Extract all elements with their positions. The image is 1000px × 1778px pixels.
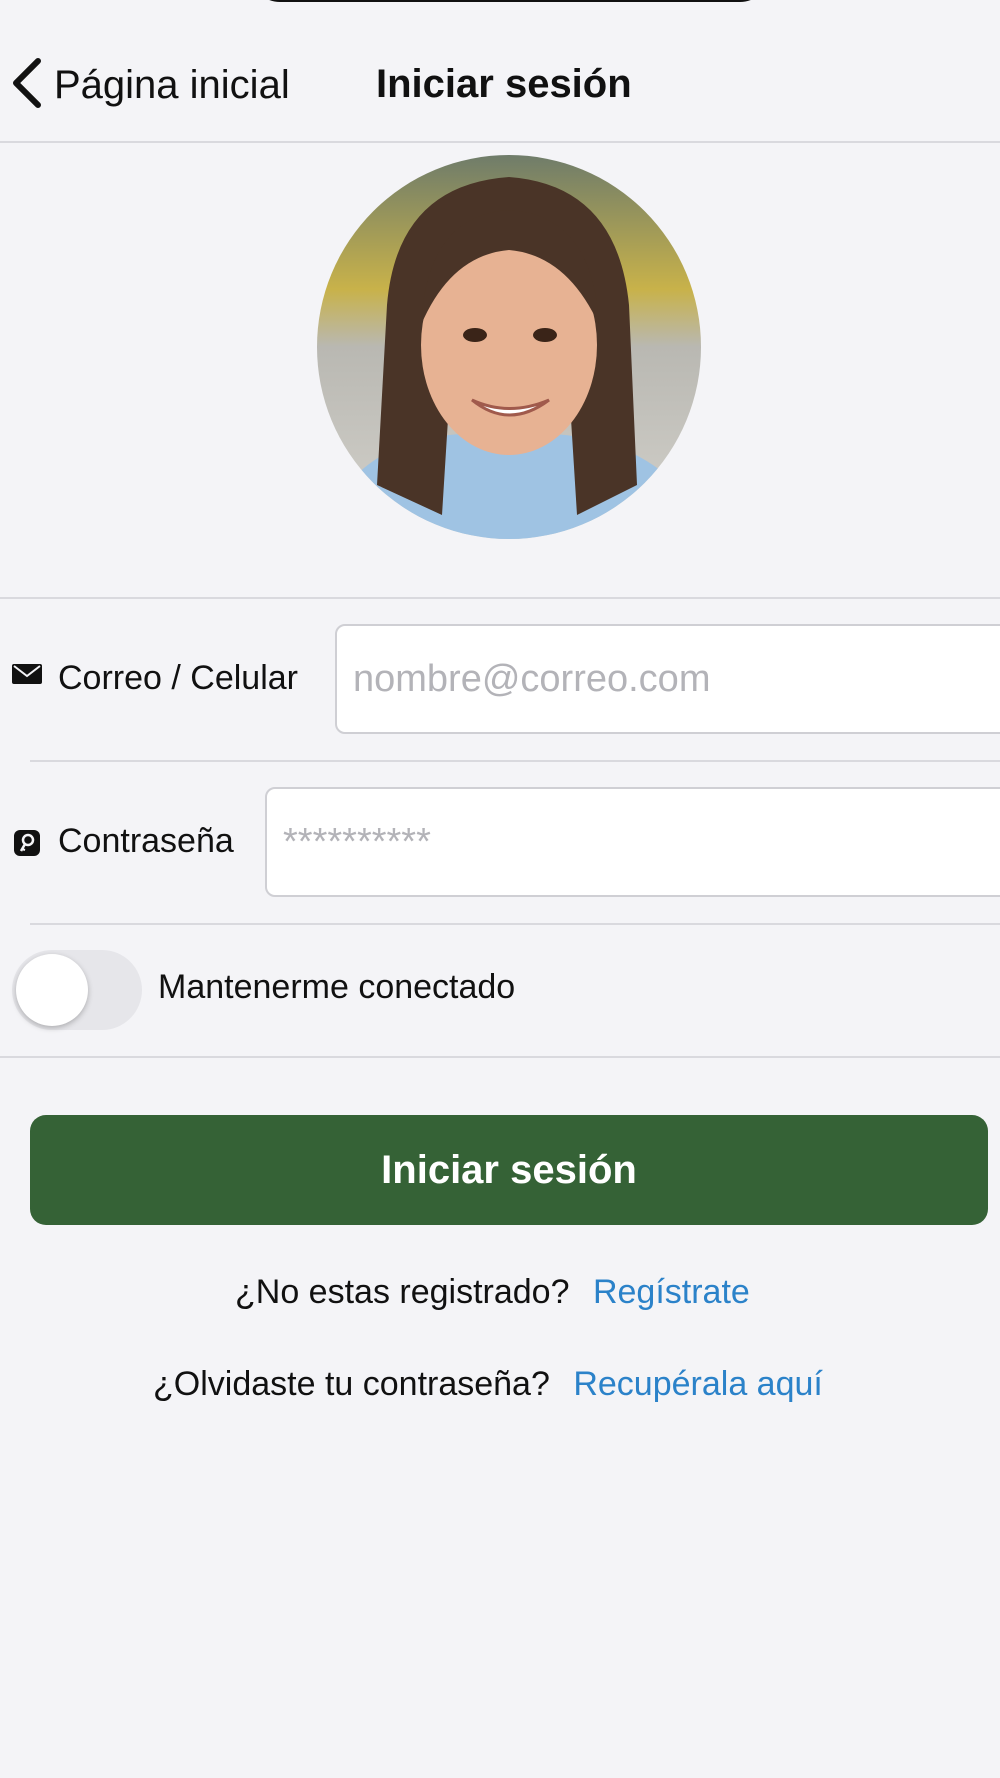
profile-avatar	[317, 155, 701, 539]
divider	[0, 597, 1000, 599]
login-button[interactable]: Iniciar sesión	[30, 1115, 988, 1225]
forgot-password-link[interactable]: Recupérala aquí	[573, 1365, 823, 1403]
email-field[interactable]	[335, 624, 1000, 734]
forgot-password-prompt: ¿Olvidaste tu contraseña?	[153, 1365, 550, 1403]
register-prompt: ¿No estas registrado?	[235, 1273, 570, 1311]
register-prompt-row: ¿No estas registrado? Regístrate	[235, 1273, 750, 1312]
toggle-knob	[16, 954, 88, 1026]
divider	[0, 1056, 1000, 1058]
divider	[30, 923, 1000, 925]
email-row: Correo / Celular	[0, 624, 1000, 734]
divider	[30, 760, 1000, 762]
envelope-icon	[12, 664, 42, 689]
key-icon	[14, 830, 40, 861]
register-link[interactable]: Regístrate	[593, 1273, 750, 1311]
chevron-left-icon	[10, 55, 46, 116]
remember-me-label: Mantenerme conectado	[158, 968, 516, 1006]
page-title: Iniciar sesión	[376, 62, 632, 106]
remember-me-toggle[interactable]	[12, 950, 142, 1030]
back-button-label: Página inicial	[54, 62, 290, 107]
back-button[interactable]: Página inicial	[10, 55, 290, 115]
password-row: Contraseña	[0, 787, 1000, 897]
email-label: Correo / Celular	[58, 659, 298, 697]
password-label: Contraseña	[58, 822, 234, 860]
navigation-bar: Página inicial Iniciar sesión	[0, 0, 1000, 143]
forgot-password-row: ¿Olvidaste tu contraseña? Recupérala aqu…	[153, 1365, 823, 1404]
password-field[interactable]	[265, 787, 1000, 897]
